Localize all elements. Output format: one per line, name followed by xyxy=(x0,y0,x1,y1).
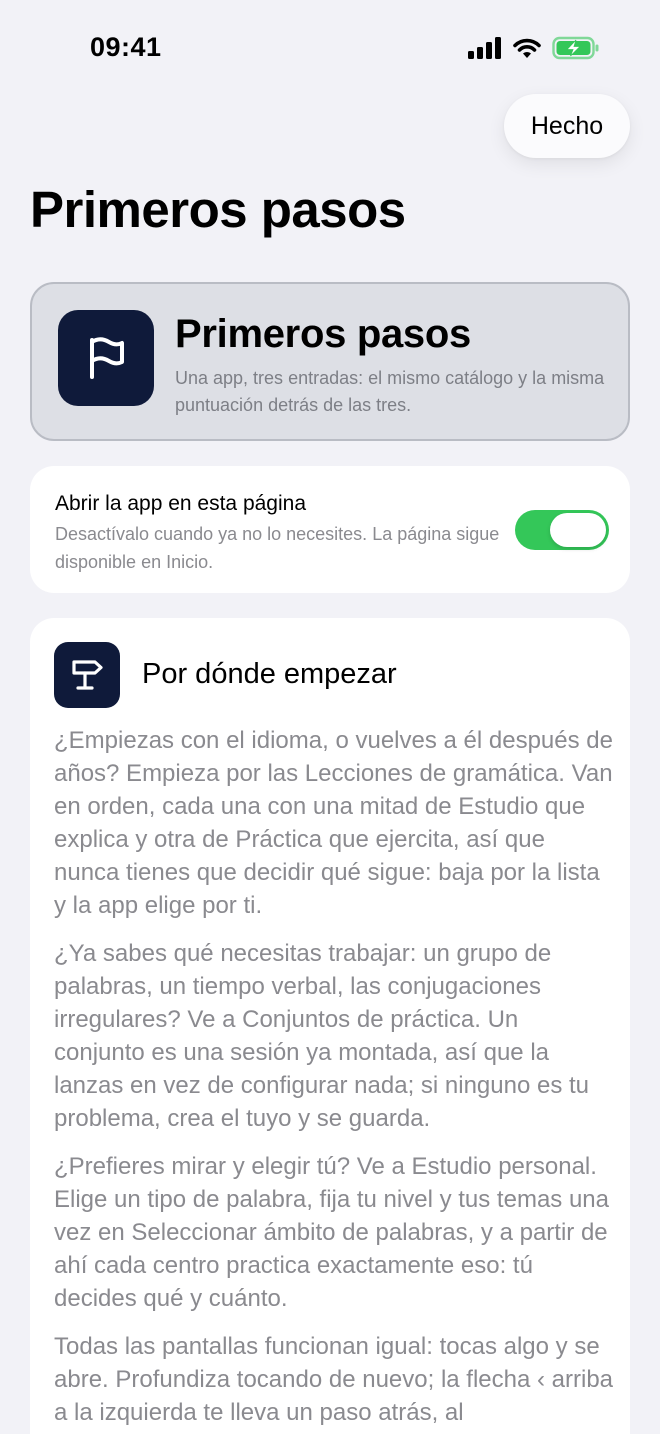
header-card: Primeros pasos Una app, tres entradas: e… xyxy=(30,282,630,441)
setting-title: Abrir la app en esta página xyxy=(55,492,307,515)
setting-description: Desactívalo cuando ya no lo necesites. L… xyxy=(55,524,500,572)
guide-paragraph: ¿Prefieres mirar y elegir tú? Ve a Estud… xyxy=(54,1153,609,1312)
open-on-this-page-toggle[interactable] xyxy=(515,510,609,550)
guide-body: ¿Empiezas con el idioma, o vuelves a él … xyxy=(54,724,614,1434)
open-on-this-page-setting: Abrir la app en esta página Desactívalo … xyxy=(30,466,630,593)
battery-charging-icon xyxy=(552,36,600,60)
header-card-subtitle: Una app, tres entradas: el mismo catálog… xyxy=(175,368,605,415)
status-icons xyxy=(468,36,600,60)
guide-paragraph: ¿Empiezas con el idioma, o vuelves a él … xyxy=(54,727,613,919)
guide-paragraph: Todas las pantallas funcionan igual: toc… xyxy=(54,1333,614,1426)
done-button[interactable]: Hecho xyxy=(504,94,630,158)
where-to-start-card: Por dónde empezar ¿Empiezas con el idiom… xyxy=(30,618,630,1434)
page-title: Primeros pasos xyxy=(30,181,406,238)
status-bar: 09:41 xyxy=(0,0,660,96)
header-card-title: Primeros pasos xyxy=(175,312,471,356)
guide-paragraph: ¿Ya sabes qué necesitas trabajar: un gru… xyxy=(54,940,590,1132)
status-time: 09:41 xyxy=(90,32,162,62)
cellular-signal-icon xyxy=(468,37,502,59)
guide-title: Por dónde empezar xyxy=(142,658,397,690)
toggle-knob xyxy=(550,513,606,547)
signpost-icon xyxy=(54,642,120,708)
screen: 09:41 Hecho Primeros pasos Primeros paso… xyxy=(0,0,660,1434)
flag-icon xyxy=(58,310,154,406)
wifi-icon xyxy=(512,37,542,59)
